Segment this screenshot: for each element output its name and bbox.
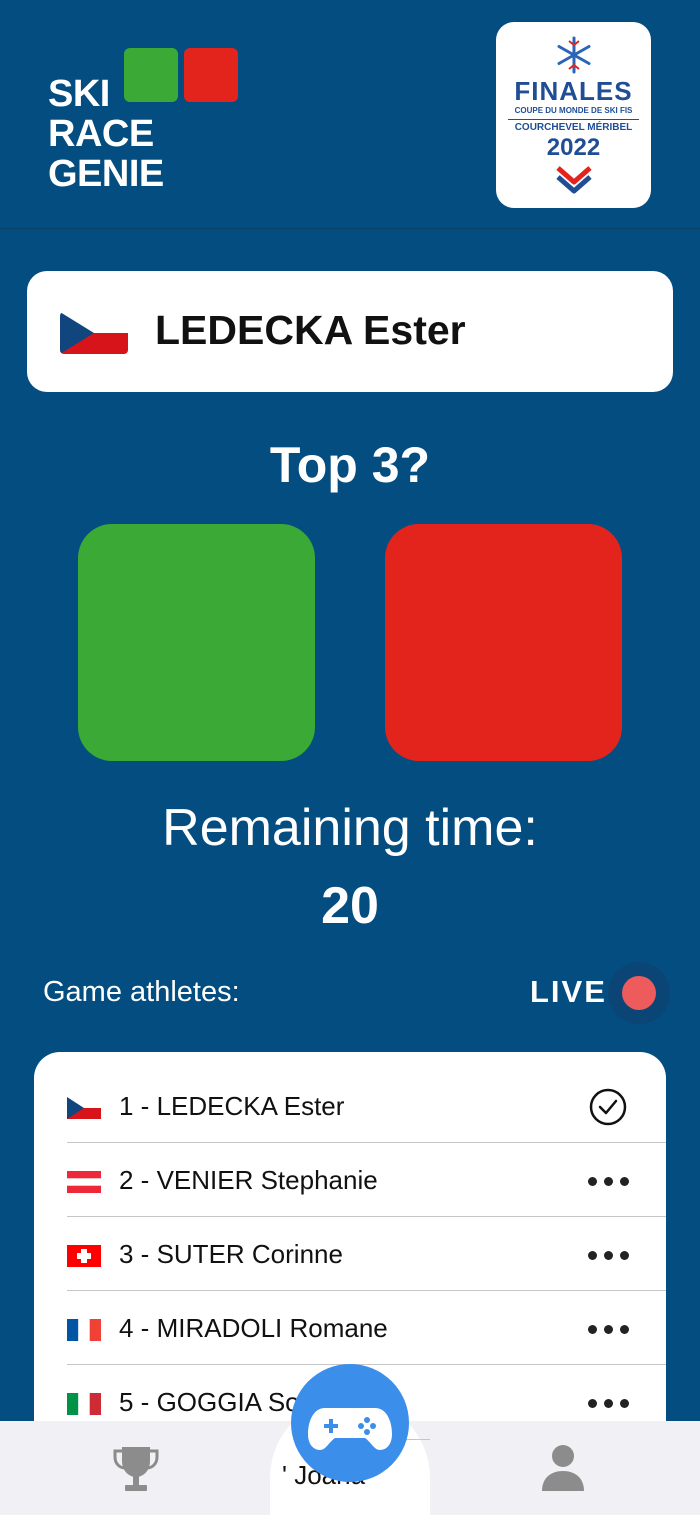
check-icon <box>589 1088 627 1126</box>
czech-flag-icon <box>67 1097 101 1119</box>
more-icon[interactable] <box>588 1251 630 1261</box>
event-year: 2022 <box>546 134 601 161</box>
user-icon[interactable] <box>540 1443 586 1493</box>
current-athlete-name: LEDECKA Ester <box>155 307 466 353</box>
event-title: FINALES <box>514 76 633 106</box>
logo-line-2: RACE <box>48 113 154 155</box>
logo-red-square <box>184 48 238 102</box>
athlete-name: 4 - MIRADOLI Romane <box>119 1313 388 1343</box>
game-athletes-label: Game athletes: <box>43 976 240 1008</box>
event-subtitle: COUPE DU MONDE DE SKI FIS <box>514 106 633 115</box>
remaining-time-value: 20 <box>321 877 379 935</box>
current-athlete-card: LEDECKA Ester <box>27 271 673 392</box>
more-icon[interactable] <box>588 1399 630 1409</box>
chevron-logo-icon <box>556 166 592 194</box>
live-dot-icon <box>622 976 656 1010</box>
trophy-icon[interactable] <box>112 1443 160 1495</box>
list-item[interactable]: 4 - MIRADOLI Romane <box>67 1291 666 1365</box>
athlete-name: 2 - VENIER Stephanie <box>119 1165 378 1195</box>
vote-no-button[interactable] <box>385 524 622 761</box>
event-location: COURCHEVEL MÉRIBEL <box>514 122 633 133</box>
vote-yes-button[interactable] <box>78 524 315 761</box>
game-button[interactable] <box>291 1364 409 1482</box>
question-title: Top 3? <box>269 437 431 493</box>
france-flag-icon <box>67 1319 101 1341</box>
event-divider <box>508 119 639 120</box>
list-item[interactable]: 2 - VENIER Stephanie <box>67 1143 666 1217</box>
austria-flag-icon <box>67 1171 101 1193</box>
logo-line-3: GENIE <box>48 153 164 195</box>
snowflake-icon <box>557 36 591 74</box>
ski-race-genie-logo: SKI RACE GENIE <box>48 46 248 194</box>
athlete-name: 3 - SUTER Corinne <box>119 1239 343 1269</box>
gamepad-icon <box>308 1408 392 1450</box>
italy-flag-icon <box>67 1393 101 1415</box>
more-icon[interactable] <box>588 1177 630 1187</box>
more-icon[interactable] <box>588 1325 630 1335</box>
live-label: LIVE <box>530 974 607 1009</box>
czech-flag-icon <box>60 312 128 354</box>
app-header: SKI RACE GENIE FINALES COUPE DU MONDE DE… <box>0 0 700 229</box>
list-item[interactable]: 3 - SUTER Corinne <box>67 1217 666 1291</box>
athlete-name: 5 - GOGGIA So <box>119 1387 300 1417</box>
live-indicator <box>608 962 670 1024</box>
remaining-time-label: Remaining time: <box>162 799 538 857</box>
event-badge: FINALES COUPE DU MONDE DE SKI FIS COURCH… <box>496 22 651 208</box>
athlete-name: 1 - LEDECKA Ester <box>119 1091 345 1121</box>
switzerland-flag-icon <box>67 1245 101 1267</box>
list-item[interactable]: 1 - LEDECKA Ester <box>67 1069 666 1143</box>
logo-line-1: SKI <box>48 73 110 115</box>
